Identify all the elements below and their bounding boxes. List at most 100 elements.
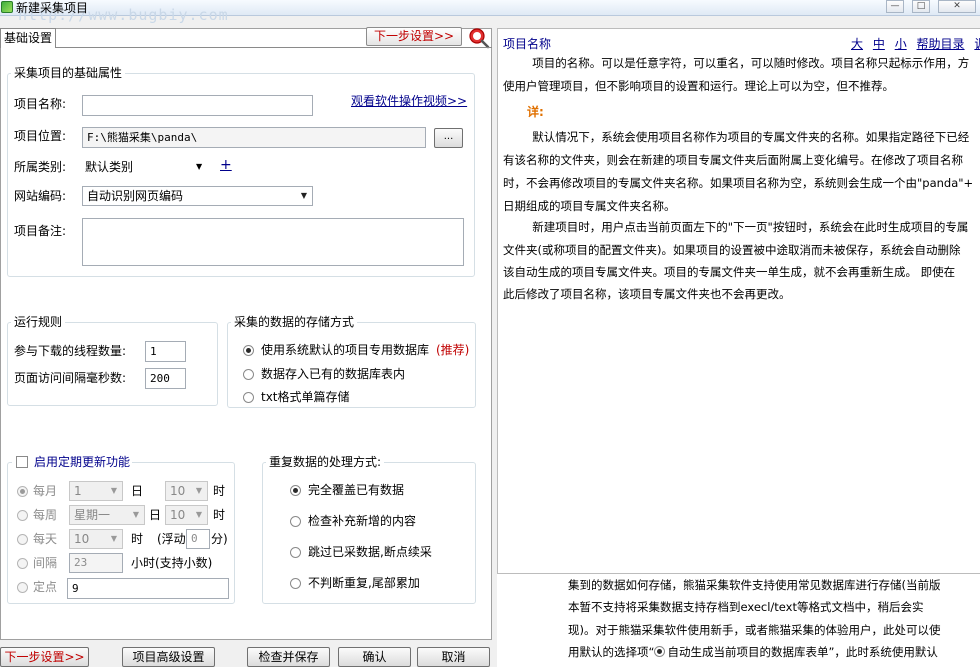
category-dropdown-arrow-icon[interactable]: ▼: [196, 159, 202, 175]
minimize-button[interactable]: —: [886, 0, 904, 13]
storage-default-radio[interactable]: [243, 345, 254, 356]
monthly-label: 每月: [33, 484, 58, 498]
storage-default-label[interactable]: 使用系统默认的项目专用数据库: [261, 342, 429, 358]
app-icon: [1, 1, 13, 13]
threads-label: 参与下载的线程数量:: [14, 344, 127, 358]
cancel-button[interactable]: 取消: [417, 647, 490, 667]
encoding-select[interactable]: 自动识别网页编码 ▼: [82, 186, 313, 206]
help-search-icon[interactable]: [468, 27, 490, 49]
float-suffix-label: 分): [211, 532, 228, 546]
tab-basic-settings[interactable]: 基础设置: [0, 28, 56, 48]
tab-strip-line: [0, 47, 492, 48]
float-prefix-label: (浮动: [157, 532, 186, 546]
daily-hour-select[interactable]: 10 ▼: [69, 529, 123, 549]
help-paragraph: 日期组成的项目专属文件夹名称。: [503, 199, 676, 213]
help-paragraph: 项目的名称。可以是任意字符，可以重名，可以随时修改。项目名称只起标示作用，方: [503, 56, 970, 70]
browse-location-button[interactable]: ...: [434, 128, 463, 148]
interval-hours-input[interactable]: 23: [69, 553, 123, 573]
dup-skip-label[interactable]: 跳过已采数据,断点续采: [308, 544, 432, 560]
tip-text: 自动生成当前项目的数据库表单”，此时系统使用默认: [667, 645, 938, 659]
dup-append-label[interactable]: 不判断重复,尾部累加: [308, 575, 420, 591]
font-large-link[interactable]: 大: [851, 37, 863, 51]
recommend-badge: (推荐): [436, 343, 470, 357]
next-step-top-button[interactable]: 下一步设置>>: [366, 27, 462, 46]
interval-radio[interactable]: [17, 558, 28, 569]
threads-input[interactable]: 1: [145, 341, 186, 362]
help-paragraph: 默认情况下，系统会使用项目名称作为项目的专属文件夹的名称。如果指定路径下已经: [503, 130, 970, 144]
storage-txt-label[interactable]: txt格式单篇存储: [261, 389, 350, 405]
tip-text: 用默认的选择项“: [568, 645, 655, 659]
fixed-label: 定点: [33, 580, 58, 594]
chevron-down-icon: ▼: [132, 510, 140, 519]
add-category-link[interactable]: +: [220, 157, 232, 173]
chevron-down-icon: ▼: [110, 486, 118, 495]
enable-schedule-checkbox[interactable]: [16, 456, 28, 468]
monthly-hour-select[interactable]: 10 ▼: [165, 481, 208, 501]
run-rules-group: [7, 322, 218, 406]
project-name-label: 项目名称:: [14, 97, 67, 111]
interval-label: 间隔: [33, 556, 58, 570]
storage-txt-radio[interactable]: [243, 392, 254, 403]
maximize-button[interactable]: □: [912, 0, 930, 13]
confirm-button[interactable]: 确认: [338, 647, 411, 667]
chevron-down-icon: ▼: [300, 191, 308, 200]
check-save-button[interactable]: 检查并保存: [247, 647, 330, 667]
dup-skip-radio[interactable]: [290, 547, 301, 558]
tip-line: 集到的数据如何存储，熊猫采集软件支持使用常见数据库进行存储(当前版: [568, 578, 941, 592]
advanced-settings-button[interactable]: 项目高级设置: [122, 647, 215, 667]
remark-textarea[interactable]: [82, 218, 464, 266]
monthly-radio[interactable]: [17, 486, 28, 497]
daily-hour-unit-label: 时: [131, 532, 144, 546]
next-step-button[interactable]: 下一步设置>>: [0, 647, 89, 667]
help-paragraph: 时，不会再修改项目的专属文件夹名称。如果项目名称为空，系统则会生成一个由"pan…: [503, 176, 974, 190]
category-label: 所属类别:: [14, 160, 67, 174]
fixed-time-input[interactable]: 9: [67, 578, 229, 599]
help-detail-label: 详:: [527, 105, 544, 119]
tip-line: 本暂不支持将采集数据支持存档到execl/text等格式文档中，稍后会实: [568, 600, 924, 614]
monthly-day-select[interactable]: 1 ▼: [69, 481, 123, 501]
duplicate-title: 重复数据的处理方式:: [266, 455, 385, 469]
day-unit-label: 日: [131, 484, 144, 498]
float-minutes-input[interactable]: 0: [186, 529, 210, 549]
dup-supplement-radio[interactable]: [290, 516, 301, 527]
help-paragraph: 该自动生成的项目专属文件夹。项目的专属文件夹一单生成，就不会再重新生成。 即使在: [503, 265, 956, 279]
help-overview-link[interactable]: 调概: [974, 37, 980, 51]
tip-line: 现)。对于熊猫采集软件使用新手，或者熊猫采集的体验用户，此处可以使: [568, 623, 941, 637]
monthly-day-value: 1: [74, 484, 82, 498]
basic-group-title: 采集项目的基础属性: [11, 66, 126, 80]
help-index-link[interactable]: 帮助目录: [917, 37, 965, 51]
encoding-label: 网站编码:: [14, 189, 67, 203]
dup-overwrite-label[interactable]: 完全覆盖已有数据: [308, 482, 404, 498]
interval-ms-input[interactable]: 200: [145, 368, 186, 389]
weekly-radio[interactable]: [17, 510, 28, 521]
interval-ms-label: 页面访问间隔毫秒数:: [14, 371, 127, 385]
storage-title: 采集的数据的存储方式: [231, 315, 358, 329]
weekly-hour-unit-label: 时: [213, 508, 226, 522]
category-value[interactable]: 默认类别: [85, 159, 133, 175]
fixed-radio[interactable]: [17, 582, 28, 593]
enable-schedule-label[interactable]: 启用定期更新功能: [34, 454, 130, 470]
project-name-input[interactable]: [82, 95, 313, 116]
weekly-hour-select[interactable]: 10 ▼: [165, 505, 208, 525]
dup-overwrite-radio[interactable]: [290, 485, 301, 496]
help-paragraph: 新建项目时，用户点击当前页面左下的"下一页"按钮时，系统会在此时生成项目的专属: [503, 220, 969, 234]
font-medium-link[interactable]: 中: [873, 37, 885, 51]
project-location-input[interactable]: F:\熊猫采集\panda\: [82, 127, 426, 148]
help-paragraph: 使用户管理项目，但不影响项目的设置和运行。理论上可以为空，但不推荐。: [503, 79, 894, 93]
dup-append-radio[interactable]: [290, 578, 301, 589]
help-title: 项目名称: [503, 37, 552, 51]
daily-hour-value: 10: [74, 532, 90, 546]
remark-label: 项目备注:: [14, 224, 67, 238]
storage-existing-radio[interactable]: [243, 369, 254, 380]
weekly-hour-value: 10: [170, 508, 186, 522]
watch-video-link[interactable]: 观看软件操作视频>>: [351, 93, 467, 109]
close-button[interactable]: ✕: [938, 0, 976, 13]
dup-supplement-label[interactable]: 检查补充新增的内容: [308, 513, 416, 529]
storage-existing-label[interactable]: 数据存入已有的数据库表内: [261, 366, 405, 382]
daily-radio[interactable]: [17, 534, 28, 545]
project-location-label: 项目位置:: [14, 129, 67, 143]
chevron-down-icon: ▼: [195, 486, 203, 495]
font-small-link[interactable]: 小: [895, 37, 907, 51]
weekly-day-select[interactable]: 星期一 ▼: [69, 505, 145, 525]
window-title: 新建采集项目: [16, 1, 89, 15]
